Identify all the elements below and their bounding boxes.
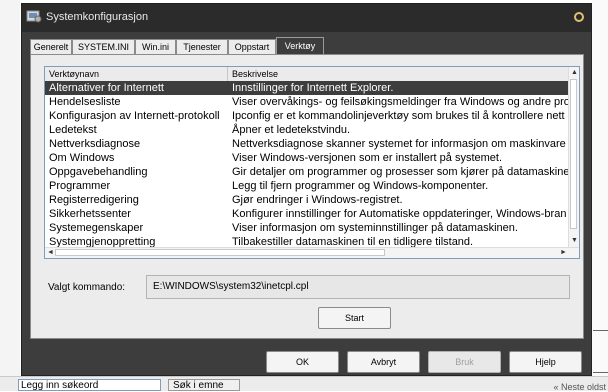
cancel-button[interactable]: Avbryt: [347, 351, 420, 373]
tool-name: Programmer: [49, 180, 111, 192]
selected-command-field: E:\WINDOWS\system32\inetcpl.cpl: [146, 275, 570, 299]
background-search-input[interactable]: Legg inn søkeord: [18, 379, 161, 391]
tool-name: Sikkerhetssenter: [49, 208, 131, 220]
list-item[interactable]: Konfigurasjon av Internett-protokoll Ipco…: [45, 109, 571, 123]
title-bar[interactable]: Systemkonfigurasjon: [22, 4, 591, 32]
system-config-dialog: Systemkonfigurasjon Generelt SYSTEM.INI …: [21, 3, 592, 376]
list-item[interactable]: Sikkerhetssenter Konfigurer innstillinger…: [45, 207, 571, 221]
tool-description: Gir detaljer om programmer og prosesser …: [232, 166, 571, 178]
tool-name: Ledetekst: [49, 124, 97, 136]
tool-description: Viser overvåkings- og feilsøkingsmelding…: [232, 96, 570, 108]
tools-list[interactable]: Verktøynavn Beskrivelse Alternativer for…: [44, 66, 580, 259]
tool-description: Ipconfig er et kommandolinjeverktøy som …: [232, 110, 565, 122]
background-search-button[interactable]: Søk i emne: [168, 379, 240, 391]
tool-name: Registerredigering: [49, 194, 139, 206]
ok-button[interactable]: OK: [266, 351, 339, 373]
list-item[interactable]: Oppgavebehandling Gir detaljer om program…: [45, 165, 571, 179]
tool-name: Systemegenskaper: [49, 222, 144, 234]
tool-name: Konfigurasjon av Internett-protokoll: [49, 110, 220, 122]
list-rows: Alternativer for Internett Innstillinger …: [45, 81, 571, 249]
background-page-right: [592, 0, 608, 376]
tool-description: Åpner et ledetekstvindu.: [232, 124, 351, 136]
tool-name: Nettverksdiagnose: [49, 138, 141, 150]
list-item[interactable]: Systemegenskaper Viser informasjon om sys…: [45, 221, 571, 235]
tool-name: Alternativer for Internett: [49, 82, 164, 94]
selected-command-label: Valgt kommando:: [48, 282, 126, 293]
tab-verktoy[interactable]: Verktøy: [276, 37, 324, 55]
tool-description: Viser informasjon om systeminnstillinger…: [232, 222, 518, 234]
tool-description: Konfigurer innstillinger for Automatiske…: [232, 208, 567, 220]
list-item[interactable]: Ledetekst Åpner et ledetekstvindu.: [45, 123, 571, 137]
help-button[interactable]: Hjelp: [509, 351, 582, 373]
tab-system-ini[interactable]: SYSTEM.INI: [72, 39, 135, 54]
tab-win-ini[interactable]: Win.ini: [135, 39, 176, 54]
list-item[interactable]: Om Windows Viser Windows-versjonen som er…: [45, 151, 571, 165]
tab-tjenester[interactable]: Tjenester: [176, 39, 228, 54]
background-next-link[interactable]: « Neste oldst: [553, 382, 606, 392]
tool-description: Innstillinger for Internett Explorer.: [232, 82, 394, 94]
start-button[interactable]: Start: [318, 307, 391, 329]
scroll-left-icon[interactable]: ◄: [47, 248, 54, 257]
background-divider: [593, 330, 608, 331]
tool-name: Hendelsesliste: [49, 96, 121, 108]
tab-generelt[interactable]: Generelt: [30, 39, 72, 54]
close-icon[interactable]: [574, 12, 584, 22]
tool-name: Om Windows: [49, 152, 115, 164]
horizontal-scrollbar[interactable]: ◄ ►: [45, 247, 579, 258]
vertical-scrollbar[interactable]: ▲ ▼: [568, 67, 579, 248]
column-header-name[interactable]: Verktøynavn: [45, 67, 228, 81]
tool-description: Legg til fjern programmer og Windows-kom…: [232, 180, 489, 192]
tool-description: Nettverksdiagnose skanner systemet for i…: [232, 138, 566, 150]
app-icon: [26, 8, 42, 24]
apply-button[interactable]: Bruk: [428, 351, 501, 373]
background-page-left: [0, 0, 20, 390]
tool-description: Gjør endringer i Windows-registret.: [232, 194, 403, 206]
column-header-description[interactable]: Beskrivelse: [228, 67, 571, 81]
scroll-right-icon[interactable]: ►: [560, 248, 567, 257]
tool-description: Viser Windows-versjonen som er installer…: [232, 152, 503, 164]
scroll-down-icon[interactable]: ▼: [571, 237, 578, 245]
tool-name: Oppgavebehandling: [49, 166, 148, 178]
list-item[interactable]: Programmer Legg til fjern programmer og W…: [45, 179, 571, 193]
window-title: Systemkonfigurasjon: [46, 11, 149, 23]
list-item[interactable]: Hendelsesliste Viser overvåkings- og feil…: [45, 95, 571, 109]
list-item[interactable]: Registerredigering Gjør endringer i Windo…: [45, 193, 571, 207]
list-header: Verktøynavn Beskrivelse: [45, 67, 571, 82]
vertical-scroll-thumb[interactable]: [570, 79, 577, 229]
tools-panel: Verktøynavn Beskrivelse Alternativer for…: [30, 54, 584, 339]
list-item[interactable]: Nettverksdiagnose Nettverksdiagnose skann…: [45, 137, 571, 151]
tab-oppstart[interactable]: Oppstart: [228, 39, 276, 54]
background-divider: [593, 372, 608, 373]
list-item[interactable]: Alternativer for Internett Innstillinger …: [45, 81, 571, 95]
horizontal-scroll-thumb[interactable]: [55, 249, 385, 256]
scroll-up-icon[interactable]: ▲: [571, 69, 578, 77]
